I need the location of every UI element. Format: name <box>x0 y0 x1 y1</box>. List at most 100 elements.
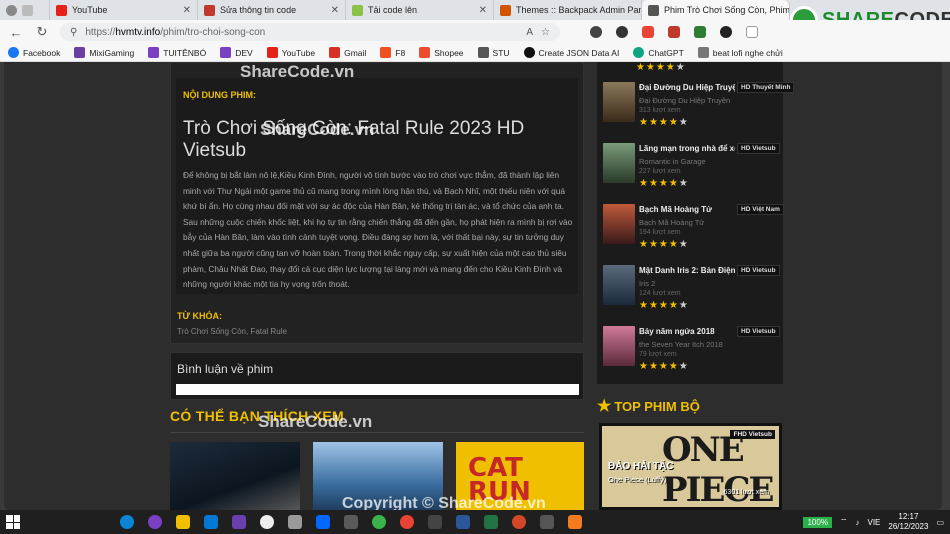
twitch-icon <box>220 47 232 58</box>
sidebar-movie-item[interactable]: Mật Danh Iris 2: Bản Điện Ảnh HD Vietsub… <box>603 265 781 321</box>
comment-input[interactable] <box>176 384 579 395</box>
upload-favicon <box>352 4 363 16</box>
url-field[interactable]: ⚲ https://hvmtv.info/phim/tro-choi-song-… <box>60 23 560 41</box>
rating-stars: ★★★★★ <box>639 178 689 189</box>
network-icon[interactable]: ⌔ <box>840 517 848 527</box>
app-icon[interactable] <box>540 515 554 529</box>
tab-edit-code[interactable]: Sửa thông tin code ✕ <box>198 0 346 20</box>
app-icon[interactable] <box>428 515 442 529</box>
twitch-icon[interactable] <box>148 515 162 529</box>
tab-label: YouTube <box>72 5 108 15</box>
tab-backpack[interactable]: Themes :: Backpack Admin Panel✕ <box>494 0 642 20</box>
keywords-links[interactable]: Trò Chơi Sống Còn, Fatal Rule <box>177 327 287 336</box>
word-icon[interactable] <box>456 515 470 529</box>
favorite-star-icon[interactable]: ☆ <box>541 27 550 38</box>
read-aloud-icon[interactable]: A <box>526 27 533 38</box>
bookmark-chatgpt[interactable]: ChatGPT <box>633 47 684 58</box>
tab-upload-code[interactable]: Tải code lên ✕ <box>346 0 494 20</box>
edge-icon[interactable] <box>120 515 134 529</box>
clock[interactable]: 12:17 26/12/2023 <box>888 512 928 532</box>
system-tray: 100% ⌔ ♪ VIE 12:17 26/12/2023 ▭ <box>803 510 944 534</box>
download-icon[interactable] <box>694 26 706 38</box>
youtube-favicon <box>56 4 67 16</box>
bookmark-label: DEV <box>235 47 253 58</box>
extension-icon[interactable] <box>590 26 602 38</box>
tab-label: Themes :: Backpack Admin Panel <box>516 5 642 15</box>
extension-icon[interactable] <box>616 26 628 38</box>
movie-name: Đại Đường Du Hiệp Truyện <box>639 83 735 92</box>
battery-indicator[interactable]: 100% <box>803 516 832 528</box>
zalo-icon[interactable] <box>316 515 330 529</box>
sidebar-movie-item[interactable]: Đại Đường Du Hiệp Truyện HD Thuyết Minh … <box>603 82 795 138</box>
bookmark-gmail[interactable]: Gmail <box>329 47 366 58</box>
close-tab-icon[interactable]: ✕ <box>479 5 487 16</box>
back-icon[interactable]: ← <box>8 25 24 40</box>
movie-thumbnail <box>603 326 635 366</box>
bookmark-f8[interactable]: F8 <box>380 47 405 58</box>
powerpoint-icon[interactable] <box>512 515 526 529</box>
facebook-icon <box>8 47 19 58</box>
copyright-watermark: Copyright © ShareCode.vn <box>342 495 546 510</box>
page-scrollbar[interactable] <box>942 62 950 510</box>
site-info-icon[interactable]: ⚲ <box>70 27 77 38</box>
tab-current-movie[interactable]: Phim Trò Chơi Sống Còn, Phim 2✕ <box>642 0 790 20</box>
quality-badge: FHD Vietsub <box>730 430 775 439</box>
sidebar-movie-item[interactable]: Lãng mạn trong nhà để xe HD Vietsub Roma… <box>603 143 781 199</box>
windows-start-icon[interactable] <box>6 515 20 529</box>
vscode-icon[interactable] <box>204 515 218 529</box>
visual-studio-icon[interactable] <box>232 515 246 529</box>
sidebar-movie-item[interactable]: Bạch Mã Hoàng Tử HD Việt Nam Bạch Mã Hoà… <box>603 204 784 260</box>
sidebar-movie-item[interactable]: Bảy năm ngứa 2018 HD Vietsub the Seven Y… <box>603 326 781 382</box>
tab-youtube[interactable]: YouTube ✕ <box>50 0 198 20</box>
url-host: hvmtv.info <box>115 26 161 38</box>
notifications-icon[interactable]: ▭ <box>936 518 944 527</box>
volume-icon[interactable]: ♪ <box>855 518 859 527</box>
quality-badge: HD Vietsub <box>737 143 780 154</box>
bookmark-beat-lofi[interactable]: beat lofi nghe chửi <box>697 47 783 58</box>
green-app-icon[interactable] <box>372 515 386 529</box>
split-screen-icon[interactable] <box>746 26 758 38</box>
reload-icon[interactable]: ↻ <box>34 24 50 40</box>
bookmark-facebook[interactable]: Facebook <box>8 47 60 58</box>
youtube-icon <box>266 47 278 58</box>
workspace-icon <box>22 4 33 16</box>
excel-icon[interactable] <box>484 515 498 529</box>
music-icon <box>697 47 709 58</box>
close-tab-icon[interactable]: ✕ <box>183 5 191 16</box>
quality-badge: HD Việt Nam <box>737 204 784 215</box>
top-series-title: TOP PHIM BỘ <box>614 398 700 414</box>
bookmark-label: F8 <box>395 47 406 58</box>
bookmarks-bar: Facebook MixiGaming TUITÊNBÓ DEV YouTube… <box>0 44 950 62</box>
extension-icon[interactable] <box>668 26 680 38</box>
keywords-label: TỪ KHÓA: <box>177 311 222 321</box>
bookmark-mixigaming[interactable]: MixiGaming <box>74 47 134 58</box>
rating-stars: ★★★★★ <box>636 62 686 73</box>
tool-icon[interactable] <box>344 515 358 529</box>
poster-title: ĐẢO HẢI TẶC <box>608 461 674 472</box>
poster-subtitle: One Piece (Luffy) <box>608 475 667 484</box>
close-tab-icon[interactable]: ✕ <box>331 5 339 16</box>
movie-name: Lãng mạn trong nhà để xe <box>639 144 735 153</box>
language-indicator[interactable]: VIE <box>867 518 880 527</box>
github-icon[interactable] <box>260 515 274 529</box>
movie-thumbnail <box>603 204 635 244</box>
bookmark-label: ChatGPT <box>648 47 684 58</box>
file-explorer-icon[interactable] <box>176 515 190 529</box>
chrome-icon[interactable] <box>400 515 414 529</box>
bookmark-dev[interactable]: DEV <box>220 47 253 58</box>
profile-tab[interactable] <box>0 0 50 20</box>
taskbar-apps <box>120 515 582 529</box>
windows-taskbar: 100% ⌔ ♪ VIE 12:17 26/12/2023 ▭ <box>0 510 950 534</box>
bookmark-shopee[interactable]: Shopee <box>419 47 464 58</box>
xampp-icon[interactable] <box>568 515 582 529</box>
bookmark-tuitenbo[interactable]: TUITÊNBÓ <box>148 47 206 58</box>
bookmark-create-json[interactable]: Create JSON Data AI <box>523 47 619 58</box>
bookmark-stu[interactable]: STU <box>477 47 510 58</box>
shield-icon[interactable] <box>288 515 302 529</box>
extension-icon[interactable] <box>720 26 732 38</box>
suggested-poster[interactable] <box>170 442 300 510</box>
movie-subtitle: Iris 2 <box>639 279 656 288</box>
top-series-poster[interactable]: ONE PIECE FHD Vietsub ĐẢO HẢI TẶC One Pi… <box>599 423 782 510</box>
extension-icon[interactable] <box>642 26 654 38</box>
bookmark-youtube[interactable]: YouTube <box>266 47 315 58</box>
